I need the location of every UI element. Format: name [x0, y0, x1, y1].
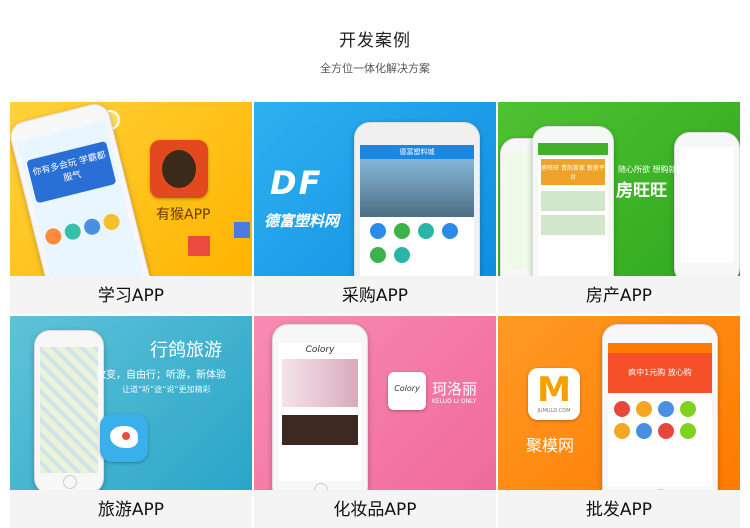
screen-nav	[608, 343, 712, 353]
case-banner-travel: 行鸽旅游 改变，自由行；听游，新体验 让道“听”途“说”更加精彩	[10, 316, 252, 490]
screen-logo: Colory	[305, 345, 335, 355]
case-card-wholesale[interactable]: M JUMULD.COM 聚模网 疯中1元购 放心购 批发APP	[498, 316, 740, 528]
case-banner-learning: 你有多会玩 学霸都服气 有猴APP	[10, 102, 252, 276]
model-image	[282, 359, 358, 407]
phone-mockup	[34, 330, 104, 490]
phone-mockup	[674, 132, 740, 276]
phone-screen: Colory	[278, 343, 362, 481]
page-header: 开发案例 全方位一体化解决方案	[0, 0, 750, 100]
screen-banner: 你有多会玩 学霸都服气	[26, 140, 117, 204]
screen-banner: 疯中1元购 放心购	[608, 353, 712, 393]
home-button-icon	[314, 483, 328, 490]
phone-screen: 德富塑料城	[360, 145, 474, 276]
brand-name: 德富塑料网	[264, 212, 340, 230]
home-button-icon	[63, 475, 77, 489]
listing-row	[541, 215, 605, 235]
screen-icon-grid	[43, 211, 127, 247]
page-subtitle: 全方位一体化解决方案	[320, 62, 430, 75]
monkey-face-icon	[162, 150, 196, 188]
case-caption: 批发APP	[498, 490, 740, 528]
dove-app-icon	[100, 414, 148, 462]
case-caption: 学习APP	[10, 276, 252, 314]
monkey-app-icon	[150, 140, 208, 198]
m-logo: M	[537, 370, 571, 410]
case-caption: 旅游APP	[10, 490, 252, 528]
phone-mockup: Colory	[272, 324, 368, 490]
case-card-learning[interactable]: 你有多会玩 学霸都服气 有猴APP 学习APP	[10, 102, 252, 314]
m-logo-sub: JUMULD.COM	[537, 408, 571, 414]
phone-screen	[680, 147, 734, 263]
case-caption: 采购APP	[254, 276, 496, 314]
brand-name: 聚模网	[526, 436, 575, 455]
case-caption: 化妆品APP	[254, 490, 496, 528]
screen-banner: 房旺旺 贵阳首家 新房平台	[541, 159, 605, 185]
case-card-travel[interactable]: 行鸽旅游 改变，自由行；听游，新体验 让道“听”途“说”更加精彩 旅游APP	[10, 316, 252, 528]
case-grid: 你有多会玩 学霸都服气 有猴APP 学习APP DF 德富塑料网 德富塑料城 采…	[10, 102, 740, 528]
brand-name: 行鸽旅游	[150, 340, 222, 361]
colory-logo: Colory	[394, 384, 420, 393]
case-banner-purchase: DF 德富塑料网 德富塑料城	[254, 102, 496, 276]
colory-app-icon: Colory	[388, 372, 426, 410]
brand-name: 房旺旺	[616, 181, 667, 201]
phone-screen: 房旺旺 贵阳首家 新房平台	[538, 143, 608, 276]
phone-screen	[40, 347, 98, 473]
tagline: 改变，自由行；听游，新体验	[96, 370, 226, 381]
app-label: 有猴APP	[156, 207, 211, 223]
tagline: 随心所欲 想购就购	[618, 165, 685, 174]
case-banner-cosmetics: Colory Colory 珂洛丽 KELUO LI ONLY	[254, 316, 496, 490]
tagline-secondary: 让道“听”途“说”更加精彩	[122, 385, 211, 394]
product-image	[282, 415, 358, 445]
phone-screen: 疯中1元购 放心购	[608, 343, 712, 487]
page-title: 开发案例	[339, 31, 411, 51]
phone-mockup: 你有多会玩 学霸都服气	[10, 102, 155, 276]
phone-mockup: 德富塑料城	[354, 122, 480, 276]
case-banner-realestate: 房旺旺 贵阳首家 新房平台 随心所欲 想购就购 房旺旺	[498, 102, 740, 276]
m-app-icon: M JUMULD.COM	[528, 368, 580, 420]
screen-icon-grid	[370, 223, 470, 263]
city-image	[360, 159, 474, 217]
screen-title: 德富塑料城	[360, 145, 474, 159]
case-card-cosmetics[interactable]: Colory Colory 珂洛丽 KELUO LI ONLY 化妆品APP	[254, 316, 496, 528]
df-logo: DF	[270, 164, 323, 202]
phone-mockup: 房旺旺 贵阳首家 新房平台	[532, 126, 614, 276]
screen-icon-grid	[614, 401, 708, 439]
brand-name: 珂洛丽	[432, 380, 478, 398]
gift-box-icon	[234, 222, 250, 238]
map-view	[40, 347, 98, 473]
case-card-purchase[interactable]: DF 德富塑料网 德富塑料城 采购APP	[254, 102, 496, 314]
case-caption: 房产APP	[498, 276, 740, 314]
brand-name-en: KELUO LI ONLY	[432, 398, 477, 405]
case-card-realestate[interactable]: 房旺旺 贵阳首家 新房平台 随心所欲 想购就购 房旺旺 房产APP	[498, 102, 740, 314]
case-banner-wholesale: M JUMULD.COM 聚模网 疯中1元购 放心购	[498, 316, 740, 490]
target-icon	[122, 432, 130, 440]
screen-nav	[538, 143, 608, 155]
listing-row	[541, 191, 605, 211]
phone-mockup: 疯中1元购 放心购	[602, 324, 718, 490]
gift-box-icon	[188, 236, 210, 256]
phone-screen: 你有多会玩 学霸都服气	[17, 120, 145, 276]
